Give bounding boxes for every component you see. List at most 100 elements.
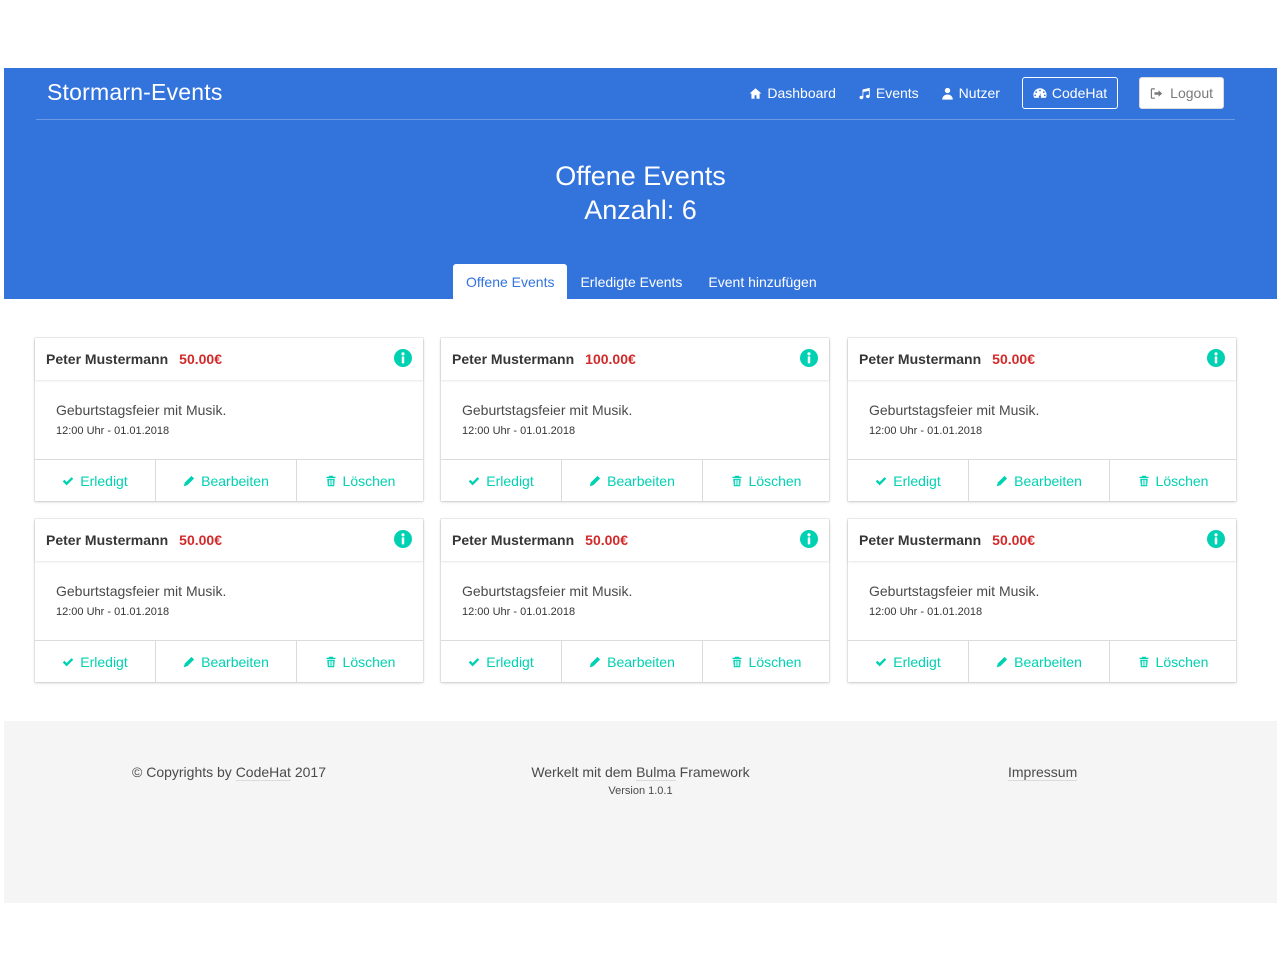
home-icon [750, 87, 762, 99]
version-text: Version 1.0.1 [608, 785, 673, 797]
info-icon[interactable] [800, 530, 818, 548]
event-card: Peter Mustermann 100.00€ Geburtstagsfeier … [441, 338, 829, 501]
delete-label: Löschen [748, 472, 802, 489]
nav-dashboard-label: Dashboard [767, 85, 836, 101]
pencil-icon [996, 475, 1008, 486]
card-header: Peter Mustermann 50.00€ [848, 519, 1236, 561]
mark-done-button[interactable]: Erledigt [441, 641, 562, 682]
card-header: Peter Mustermann 50.00€ [35, 519, 423, 561]
event-owner: Peter Mustermann [859, 351, 982, 367]
card-footer: Erledigt Bearbeiten Löschen [35, 640, 423, 682]
brand-title[interactable]: Stormarn-Events [47, 79, 223, 106]
delete-label: Löschen [748, 653, 802, 670]
event-datetime: 12:00 Uhr - 01.01.2018 [462, 606, 576, 618]
card-footer: Erledigt Bearbeiten Löschen [441, 640, 829, 682]
card-header: Peter Mustermann 100.00€ [441, 338, 829, 380]
delete-button[interactable]: Löschen [297, 460, 423, 501]
hero: Stormarn-Events Dashboard Events Nutzer … [4, 68, 1277, 299]
event-owner: Peter Mustermann [46, 532, 169, 548]
footer-impressum: Impressum [1008, 764, 1078, 781]
card-content: Geburtstagsfeier mit Musik. 12:00 Uhr - 0… [848, 561, 1236, 640]
event-datetime: 12:00 Uhr - 01.01.2018 [869, 606, 983, 618]
mark-done-button[interactable]: Erledigt [35, 460, 156, 501]
mark-done-button[interactable]: Erledigt [441, 460, 562, 501]
event-price: 50.00€ [585, 532, 628, 548]
check-icon [469, 476, 480, 485]
delete-button[interactable]: Löschen [1110, 460, 1236, 501]
event-owner: Peter Mustermann [46, 351, 169, 367]
check-icon [63, 657, 74, 666]
page-title: Offene Events [555, 161, 726, 191]
nav-events-label: Events [875, 85, 919, 101]
logout-button[interactable]: Logout [1139, 77, 1224, 109]
delete-button[interactable]: Löschen [1110, 641, 1236, 682]
mark-done-button[interactable]: Erledigt [35, 641, 156, 682]
delete-button[interactable]: Löschen [297, 641, 423, 682]
nav-users-link[interactable]: Nutzer [941, 85, 1000, 101]
navbar: Stormarn-Events Dashboard Events Nutzer … [36, 68, 1235, 120]
delete-button[interactable]: Löschen [703, 641, 829, 682]
info-icon[interactable] [394, 349, 412, 367]
edit-label: Bearbeiten [201, 653, 269, 670]
tab-completed-events[interactable]: Erledigte Events [567, 264, 695, 299]
dashboard-gauge-icon [1033, 88, 1047, 99]
trash-icon [326, 656, 336, 667]
info-icon[interactable] [394, 530, 412, 548]
delete-label: Löschen [1155, 653, 1209, 670]
event-description: Geburtstagsfeier mit Musik. [462, 402, 633, 418]
mark-done-label: Erledigt [486, 653, 534, 670]
music-icon [859, 87, 870, 99]
info-icon[interactable] [1207, 349, 1225, 367]
made-suffix: Framework [675, 764, 750, 780]
event-count: Anzahl: 6 [584, 195, 697, 225]
made-prefix: Werkelt mit dem [531, 764, 637, 780]
card-content: Geburtstagsfeier mit Musik. 12:00 Uhr - 0… [848, 380, 1236, 459]
delete-button[interactable]: Löschen [703, 460, 829, 501]
event-description: Geburtstagsfeier mit Musik. [56, 402, 227, 418]
event-datetime: 12:00 Uhr - 01.01.2018 [869, 425, 983, 437]
mark-done-button[interactable]: Erledigt [848, 641, 969, 682]
mark-done-button[interactable]: Erledigt [848, 460, 969, 501]
pencil-icon [183, 656, 195, 667]
made-with-line: Werkelt mit dem Bulma Framework [4, 764, 1277, 781]
info-icon[interactable] [800, 349, 818, 367]
edit-button[interactable]: Bearbeiten [969, 460, 1110, 501]
tab-add-event[interactable]: Event hinzufügen [695, 264, 829, 299]
edit-button[interactable]: Bearbeiten [156, 460, 297, 501]
event-description: Geburtstagsfeier mit Musik. [869, 583, 1040, 599]
event-owner: Peter Mustermann [452, 351, 575, 367]
check-icon [876, 657, 887, 666]
nav-users-label: Nutzer [958, 85, 1000, 101]
edit-button[interactable]: Bearbeiten [969, 641, 1110, 682]
trash-icon [326, 475, 336, 486]
event-price: 50.00€ [992, 351, 1035, 367]
card-content: Geburtstagsfeier mit Musik. 12:00 Uhr - 0… [441, 380, 829, 459]
nav-dashboard-link[interactable]: Dashboard [749, 85, 836, 101]
edit-button[interactable]: Bearbeiten [562, 641, 703, 682]
pencil-icon [183, 475, 195, 486]
event-datetime: 12:00 Uhr - 01.01.2018 [56, 606, 170, 618]
event-description: Geburtstagsfeier mit Musik. [462, 583, 633, 599]
edit-button[interactable]: Bearbeiten [156, 641, 297, 682]
pencil-icon [589, 656, 601, 667]
check-icon [876, 476, 887, 485]
card-content: Geburtstagsfeier mit Musik. 12:00 Uhr - 0… [35, 380, 423, 459]
footer-made-with: Werkelt mit dem Bulma Framework Version … [4, 764, 1277, 797]
tab-open-events[interactable]: Offene Events [453, 264, 568, 299]
event-datetime: 12:00 Uhr - 01.01.2018 [462, 425, 576, 437]
edit-button[interactable]: Bearbeiten [562, 460, 703, 501]
nav-events-link[interactable]: Events [858, 85, 919, 101]
nav-items: Dashboard Events Nutzer CodeHat Logout [749, 77, 1235, 109]
card-footer: Erledigt Bearbeiten Löschen [35, 459, 423, 501]
card-footer: Erledigt Bearbeiten Löschen [848, 640, 1236, 682]
info-icon[interactable] [1207, 530, 1225, 548]
check-icon [63, 476, 74, 485]
event-owner: Peter Mustermann [452, 532, 575, 548]
impressum-link[interactable]: Impressum [1008, 764, 1078, 781]
bulma-link[interactable]: Bulma [636, 764, 676, 781]
event-owner: Peter Mustermann [859, 532, 982, 548]
card-content: Geburtstagsfeier mit Musik. 12:00 Uhr - 0… [441, 561, 829, 640]
edit-label: Bearbeiten [607, 472, 675, 489]
codehat-button[interactable]: CodeHat [1021, 77, 1119, 109]
trash-icon [1139, 656, 1149, 667]
